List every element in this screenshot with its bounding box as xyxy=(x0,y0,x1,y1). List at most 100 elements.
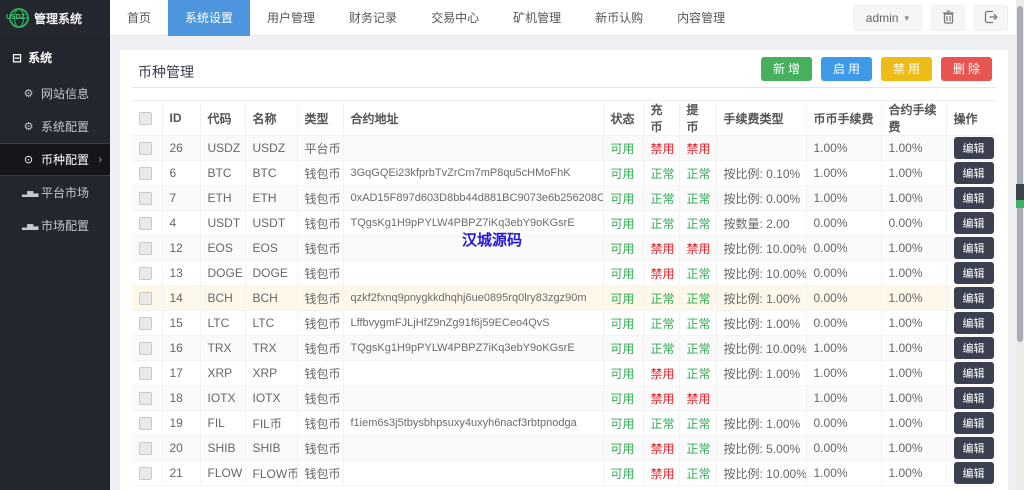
cell-code: XRP xyxy=(199,360,246,386)
sidebar-item-3[interactable]: ⊙ 币种配置 › xyxy=(0,143,110,176)
row-checkbox[interactable] xyxy=(139,192,152,206)
row-checkbox[interactable] xyxy=(139,367,152,381)
edit-button[interactable]: 编辑 xyxy=(953,262,994,284)
nav-item-5[interactable]: 交易中心 xyxy=(414,0,496,36)
cell-coin-fee: 0.00% xyxy=(805,235,882,261)
row-checkbox-cell xyxy=(132,310,163,336)
cell-id: 26 xyxy=(161,135,201,161)
toolbar-button-1[interactable]: 新增 xyxy=(760,57,812,81)
sidebar-section-system[interactable]: ⊟ 系统 xyxy=(0,36,110,77)
edit-button[interactable]: 编辑 xyxy=(953,412,994,434)
edit-button[interactable]: 编辑 xyxy=(953,287,994,309)
user-toolbar: admin ▾ xyxy=(852,5,1008,31)
scrollbar-thumb[interactable] xyxy=(1017,6,1023,342)
cell-id: 18 xyxy=(161,385,201,411)
cell-contract-fee: 1.00% xyxy=(880,435,947,461)
gear-icon: ⚙ xyxy=(23,121,34,133)
cell-deposit: 禁用 xyxy=(642,460,680,486)
row-checkbox[interactable] xyxy=(139,167,152,181)
row-checkbox[interactable] xyxy=(139,442,152,456)
nav-item-2[interactable]: 系统设置 xyxy=(168,0,251,36)
sidebar-item-4[interactable]: ▂▅▃ 平台市场 xyxy=(0,176,110,209)
nav-item-7[interactable]: 新币认购 xyxy=(578,0,660,36)
page-scrollbar[interactable] xyxy=(1016,0,1024,490)
header-cell: 代码 xyxy=(199,100,246,136)
header-cell: 提币 xyxy=(678,100,717,136)
row-checkbox[interactable] xyxy=(139,142,152,156)
row-checkbox[interactable] xyxy=(139,292,152,306)
table-header-row: ID 代码 名称 类型 合约地址 状态 充币 提币 手续费类型 币币手续费 合约手续费 操作 xyxy=(132,100,996,136)
nav-item-1[interactable]: 首页 xyxy=(110,0,168,36)
table-row: 16 TRX TRX 钱包币 TQgsKg1H9pPYLW4PBPZ7iKq3ebY9o… xyxy=(132,335,996,361)
trash-button[interactable] xyxy=(931,5,965,31)
cell-contract-fee: 1.00% xyxy=(880,285,947,311)
header-cell: 类型 xyxy=(296,100,344,136)
logout-button[interactable] xyxy=(974,5,1008,31)
row-checkbox[interactable] xyxy=(139,392,152,406)
chart-icon: ▂▅▃ xyxy=(22,221,38,230)
nav-item-6[interactable]: 矿机管理 xyxy=(496,0,578,36)
header-cell: 币币手续费 xyxy=(805,100,882,136)
edit-button[interactable]: 编辑 xyxy=(953,437,994,459)
nav-item-3[interactable]: 用户管理 xyxy=(250,0,332,36)
cell-status: 可用 xyxy=(602,460,644,486)
top-navbar: USDZ 管理系统 首页 系统设置 用户管理 财务记录 交易中心 矿机管理 新币认购 内容管理… xyxy=(0,0,1024,36)
chevron-right-icon: › xyxy=(98,153,102,166)
row-checkbox-cell xyxy=(132,235,163,261)
edit-button[interactable]: 编辑 xyxy=(953,362,994,384)
cell-fee-type: 按比例: 0.00% xyxy=(715,185,807,211)
row-checkbox[interactable] xyxy=(139,467,152,481)
sidebar-item-5[interactable]: ▂▅▃ 市场配置 xyxy=(0,209,110,242)
cell-status: 可用 xyxy=(602,335,644,361)
cell-id: 13 xyxy=(161,260,201,286)
edit-button[interactable]: 编辑 xyxy=(953,237,994,259)
table-row: 14 BCH BCH 钱包币 qzkf2fxnq9pnygkkdhqhj6ue0895r… xyxy=(132,285,996,311)
edit-button[interactable]: 编辑 xyxy=(953,212,994,234)
nav-item-4[interactable]: 财务记录 xyxy=(332,0,414,36)
target-icon: ⊙ xyxy=(23,154,34,166)
toolbar-button-4[interactable]: 删除 xyxy=(940,57,992,81)
cell-contract-fee: 0.00% xyxy=(880,210,947,236)
nav-item-8[interactable]: 内容管理 xyxy=(660,0,742,36)
row-checkbox[interactable] xyxy=(139,267,152,281)
cell-withdraw: 正常 xyxy=(678,360,717,386)
edit-button[interactable]: 编辑 xyxy=(953,462,994,484)
header-cell: 合约手续费 xyxy=(880,100,947,136)
row-checkbox[interactable] xyxy=(139,417,152,431)
edit-button[interactable]: 编辑 xyxy=(953,387,994,409)
edit-button[interactable]: 编辑 xyxy=(953,312,994,334)
sidebar-item-2[interactable]: ⚙ 系统配置 xyxy=(0,110,110,143)
cell-action: 编辑 xyxy=(945,185,996,211)
cell-type: 钱包币 xyxy=(296,310,344,336)
cell-code: DOGE xyxy=(199,260,246,286)
row-checkbox[interactable] xyxy=(139,217,152,231)
cell-id: 16 xyxy=(161,335,201,361)
row-checkbox[interactable] xyxy=(139,242,152,256)
row-checkbox[interactable] xyxy=(139,317,152,331)
cell-coin-fee: 1.00% xyxy=(805,135,882,161)
edit-button[interactable]: 编辑 xyxy=(953,187,994,209)
cell-deposit: 正常 xyxy=(642,210,680,236)
cell-withdraw: 正常 xyxy=(678,460,717,486)
toolbar-button-2[interactable]: 启用 xyxy=(820,57,872,81)
edit-button[interactable]: 编辑 xyxy=(953,162,994,184)
cell-fee-type: 按比例: 10.00% xyxy=(715,460,807,486)
cell-name: EOS xyxy=(244,235,298,261)
cell-name: FIL币 xyxy=(244,410,298,436)
cell-code: ETH xyxy=(199,185,246,211)
top-nav-menu: 首页 系统设置 用户管理 财务记录 交易中心 矿机管理 新币认购 内容管理 xyxy=(110,0,742,36)
toolbar-button-3[interactable]: 禁用 xyxy=(880,57,932,81)
cell-type: 钱包币 xyxy=(296,435,344,461)
sidebar-item-1[interactable]: ⚙ 网站信息 xyxy=(0,77,110,110)
cell-action: 编辑 xyxy=(945,210,996,236)
row-checkbox[interactable] xyxy=(139,342,152,356)
cell-withdraw: 正常 xyxy=(678,210,717,236)
row-checkbox-cell xyxy=(132,210,163,236)
select-all-checkbox[interactable] xyxy=(139,112,152,126)
cell-code: SHIB xyxy=(199,435,246,461)
cell-status: 可用 xyxy=(602,360,644,386)
cell-withdraw: 禁用 xyxy=(678,235,717,261)
edit-button[interactable]: 编辑 xyxy=(953,337,994,359)
edit-button[interactable]: 编辑 xyxy=(953,137,994,159)
admin-dropdown-button[interactable]: admin ▾ xyxy=(852,5,922,31)
